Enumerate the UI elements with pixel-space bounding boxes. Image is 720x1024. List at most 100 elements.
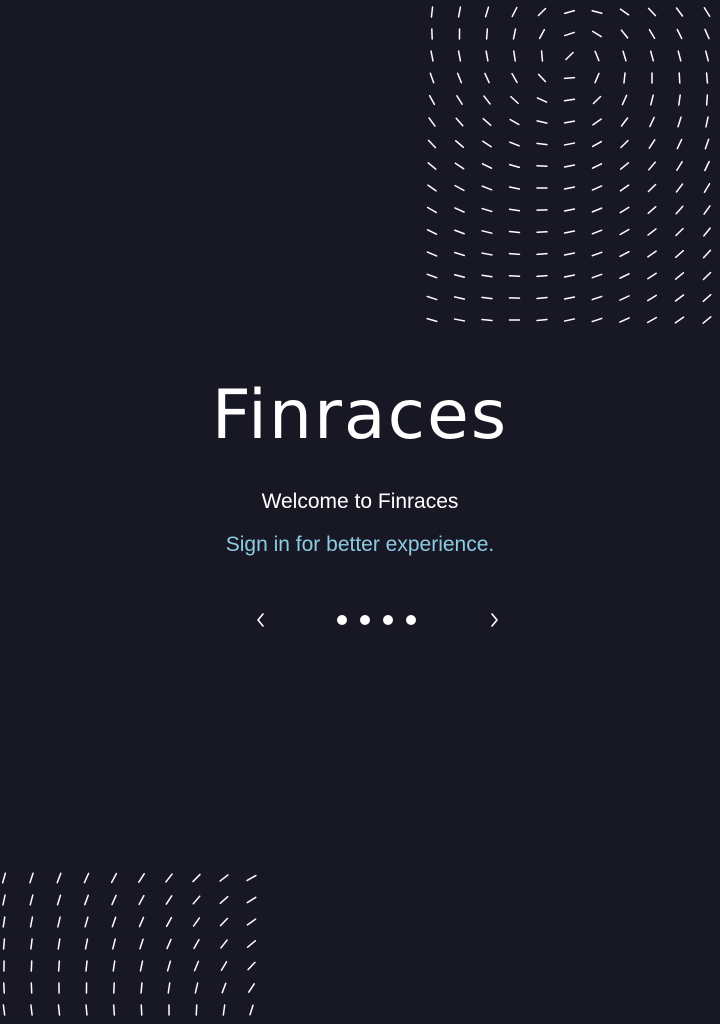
- pattern-dash: [536, 120, 548, 124]
- pattern-dash: [705, 94, 709, 106]
- pattern-dash: [56, 894, 62, 906]
- pattern-dash: [702, 271, 712, 281]
- pattern-dash: [29, 872, 34, 884]
- pattern-dash: [619, 273, 630, 279]
- pattern-dash: [220, 960, 228, 972]
- pattern-dash: [193, 960, 200, 972]
- slide-dot[interactable]: [337, 615, 347, 625]
- chevron-left-icon: [257, 613, 264, 627]
- pattern-dash: [650, 94, 654, 106]
- pattern-dash: [111, 916, 117, 928]
- pattern-dash: [591, 30, 603, 38]
- slide-indicators: [337, 615, 416, 625]
- slide-dot[interactable]: [360, 615, 370, 625]
- pattern-dash: [111, 894, 117, 906]
- pattern-dash: [139, 938, 144, 950]
- pattern-dash: [594, 50, 600, 62]
- pattern-dash: [246, 874, 257, 882]
- pattern-dash: [620, 117, 629, 127]
- pattern-dash: [675, 227, 684, 237]
- pattern-dash: [426, 251, 438, 257]
- pattern-dash: [510, 95, 519, 105]
- pattern-dash: [220, 939, 228, 949]
- previous-slide-button[interactable]: [246, 605, 276, 635]
- pattern-dash: [429, 72, 435, 84]
- pattern-dash: [563, 186, 576, 190]
- pattern-dash: [563, 274, 576, 278]
- pattern-dash: [430, 6, 434, 18]
- pattern-dash: [30, 938, 33, 950]
- pattern-dash: [619, 295, 630, 301]
- pattern-dash: [619, 206, 630, 214]
- pattern-dash: [56, 872, 62, 884]
- pattern-dash: [247, 961, 256, 971]
- pattern-dash: [591, 9, 603, 15]
- pattern-dash: [426, 229, 438, 235]
- pattern-dash: [536, 252, 548, 256]
- pattern-dash: [511, 6, 518, 18]
- pattern-dash: [110, 872, 118, 884]
- pattern-dash: [591, 251, 603, 257]
- pattern-dash: [649, 116, 655, 128]
- pattern-dash: [564, 31, 575, 37]
- pattern-dash: [485, 50, 489, 62]
- brand-logo: Finraces: [211, 376, 509, 455]
- slide-dot[interactable]: [406, 615, 416, 625]
- pattern-dash: [705, 50, 709, 62]
- pattern-dash: [563, 252, 576, 256]
- pattern-dash: [29, 894, 34, 906]
- pattern-dash: [453, 318, 466, 322]
- pattern-dash: [484, 6, 490, 18]
- pattern-dash: [2, 982, 6, 994]
- next-slide-button[interactable]: [479, 605, 509, 635]
- pattern-dash: [481, 163, 493, 169]
- pattern-dash: [456, 72, 463, 84]
- pattern-dash: [674, 294, 685, 302]
- pattern-dash: [57, 960, 61, 972]
- pattern-dash: [647, 7, 657, 17]
- pattern-dash: [138, 916, 145, 928]
- pattern-dash: [591, 317, 603, 323]
- pattern-dash: [219, 895, 229, 905]
- pattern-dash: [619, 184, 630, 192]
- pattern-dash: [563, 230, 576, 234]
- pattern-dash: [219, 917, 229, 927]
- pattern-dash: [1, 872, 7, 884]
- pattern-dash: [453, 296, 466, 300]
- pattern-dash: [619, 162, 630, 170]
- pattern-dash: [249, 1004, 254, 1016]
- pattern-dash: [591, 207, 603, 213]
- decorative-dash-pattern-bottom: [1, 872, 257, 1016]
- pattern-dash: [246, 940, 257, 948]
- pattern-dash: [647, 228, 657, 236]
- pattern-dash: [2, 894, 6, 906]
- pattern-dash: [509, 118, 520, 126]
- pattern-dash: [591, 273, 603, 279]
- pattern-dash: [619, 228, 630, 236]
- pattern-dash: [426, 295, 438, 301]
- pattern-dash: [57, 1004, 61, 1016]
- pattern-dash: [165, 895, 173, 905]
- pattern-dash: [112, 938, 116, 950]
- pattern-dash: [563, 76, 576, 80]
- pattern-dash: [647, 250, 657, 258]
- pattern-dash: [481, 252, 493, 256]
- slide-dot[interactable]: [383, 615, 393, 625]
- pattern-dash: [678, 94, 681, 106]
- pattern-dash: [540, 50, 544, 62]
- pattern-dash: [481, 296, 493, 300]
- pattern-dash: [84, 916, 89, 928]
- pattern-dash: [676, 28, 683, 40]
- pattern-dash: [591, 295, 603, 301]
- pattern-dash: [457, 50, 462, 62]
- pattern-dash: [166, 960, 172, 972]
- pattern-dash: [676, 161, 683, 171]
- pattern-dash: [426, 317, 438, 323]
- pattern-dash: [703, 227, 711, 237]
- pattern-dash: [702, 316, 712, 324]
- pattern-dash: [703, 205, 711, 215]
- pattern-dash: [140, 982, 143, 994]
- pattern-dash: [592, 95, 602, 105]
- pattern-dash: [591, 229, 603, 235]
- pattern-dash: [536, 142, 548, 146]
